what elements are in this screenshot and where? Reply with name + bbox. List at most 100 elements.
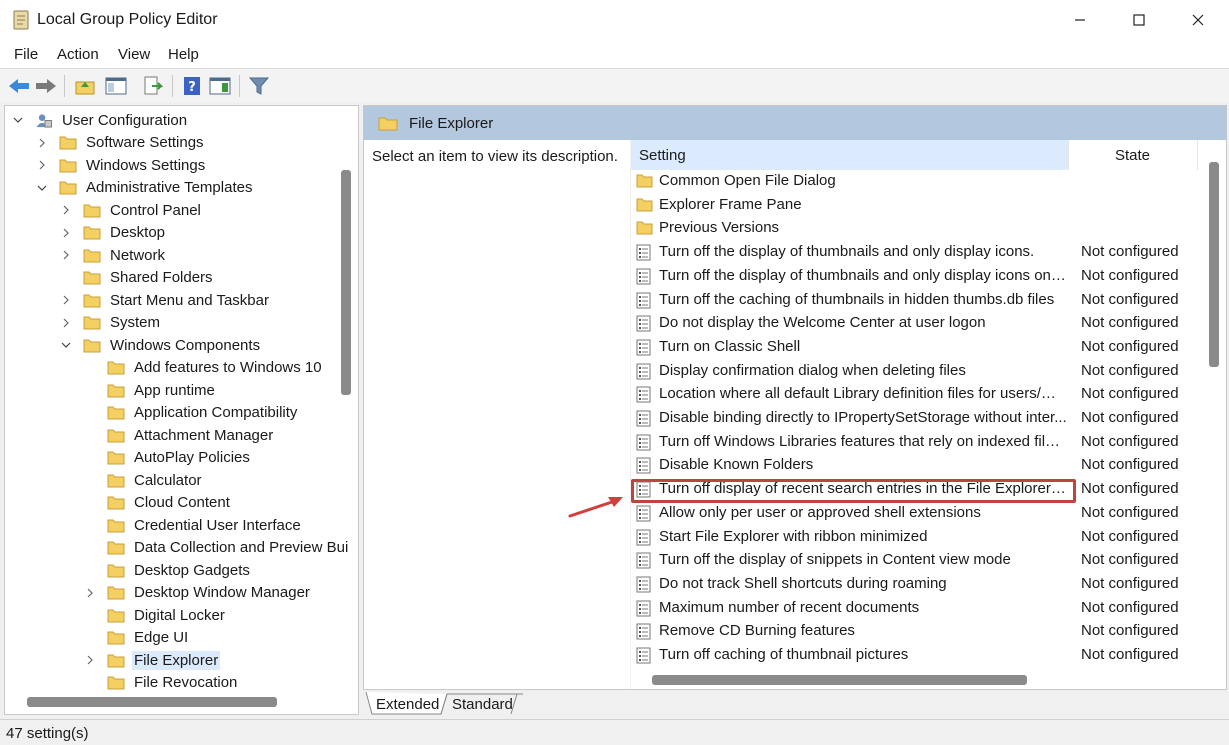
- policy-row[interactable]: Disable Known Folders Not configured: [631, 454, 1201, 477]
- chevron-right-icon[interactable]: [35, 158, 49, 172]
- chevron-right-icon[interactable]: [35, 136, 49, 150]
- menu-action[interactable]: Action: [57, 46, 99, 63]
- tree-item[interactable]: Attachment Manager: [83, 424, 275, 446]
- policy-row[interactable]: Turn off caching of thumbnail pictures No…: [631, 644, 1201, 667]
- back-button[interactable]: [7, 74, 31, 98]
- folder-row[interactable]: Previous Versions: [631, 217, 1201, 240]
- chevron-right-icon[interactable]: [59, 248, 73, 262]
- folder-row[interactable]: Explorer Frame Pane: [631, 194, 1201, 217]
- chevron-down-icon[interactable]: [59, 338, 73, 352]
- setting-name: Explorer Frame Pane: [659, 195, 802, 213]
- tree-horizontal-scrollbar[interactable]: [27, 697, 277, 707]
- tree-item[interactable]: Desktop Window Manager: [83, 582, 312, 604]
- tree-item[interactable]: Desktop: [59, 222, 167, 244]
- chevron-down-icon[interactable]: [11, 113, 25, 127]
- column-header-setting[interactable]: Setting: [631, 140, 1069, 170]
- policy-row[interactable]: Start File Explorer with ribbon minimize…: [631, 526, 1201, 549]
- list-horizontal-scrollbar[interactable]: [652, 675, 1027, 685]
- tree-item[interactable]: Application Compatibility: [83, 402, 299, 424]
- policy-row[interactable]: Turn off display of recent search entrie…: [631, 478, 1201, 501]
- policy-row[interactable]: Maximum number of recent documents Not co…: [631, 597, 1201, 620]
- tree-item[interactable]: Software Settings: [35, 132, 206, 154]
- policy-row[interactable]: Do not track Shell shortcuts during roam…: [631, 573, 1201, 596]
- column-header-state[interactable]: State: [1070, 140, 1198, 170]
- menu-file[interactable]: File: [14, 46, 38, 63]
- tree-item[interactable]: Windows Settings: [35, 154, 207, 176]
- tree-item[interactable]: Cloud Content: [83, 492, 232, 514]
- up-folder-button[interactable]: [73, 74, 97, 98]
- tree-item[interactable]: File Explorer: [83, 649, 221, 671]
- chevron-right-icon[interactable]: [83, 586, 97, 600]
- policy-row[interactable]: Turn off the display of thumbnails and o…: [631, 241, 1201, 264]
- tree-item[interactable]: Calculator: [83, 469, 204, 491]
- export-list-button[interactable]: [141, 74, 165, 98]
- setting-state: Not configured: [1081, 432, 1179, 450]
- tree-item[interactable]: Credential User Interface: [83, 514, 303, 536]
- tree-item[interactable]: Desktop Gadgets: [83, 559, 252, 581]
- tab-extended[interactable]: Extended: [376, 692, 439, 716]
- chevron-right-icon[interactable]: [59, 316, 73, 330]
- tree-item[interactable]: App runtime: [83, 379, 217, 401]
- policy-row[interactable]: Location where all default Library defin…: [631, 383, 1201, 406]
- show-hide-tree-button[interactable]: [104, 74, 128, 98]
- tree-item[interactable]: Add features to Windows 10: [83, 357, 324, 379]
- menu-view[interactable]: View: [118, 46, 150, 63]
- policy-row[interactable]: Allow only per user or approved shell ex…: [631, 502, 1201, 525]
- setting-name: Start File Explorer with ribbon minimize…: [659, 527, 928, 545]
- tree-item[interactable]: Edge UI: [83, 627, 190, 649]
- chevron-right-icon[interactable]: [59, 293, 73, 307]
- setting-state: Not configured: [1081, 337, 1179, 355]
- policy-row[interactable]: Display confirmation dialog when deletin…: [631, 360, 1201, 383]
- setting-state: Not configured: [1081, 385, 1179, 403]
- chevron-placeholder: [83, 631, 97, 645]
- tree-item[interactable]: Network: [59, 244, 167, 266]
- tree-item[interactable]: System: [59, 312, 162, 334]
- minimize-button[interactable]: [1050, 0, 1110, 40]
- column-setting-label: Setting: [639, 147, 686, 164]
- list-vertical-scrollbar[interactable]: [1209, 162, 1219, 367]
- policy-row[interactable]: Remove CD Burning features Not configured: [631, 620, 1201, 643]
- filter-button[interactable]: [247, 74, 271, 98]
- tree-item[interactable]: File Revocation: [83, 672, 239, 694]
- close-button[interactable]: [1168, 0, 1228, 40]
- policy-row[interactable]: Turn off the caching of thumbnails in hi…: [631, 289, 1201, 312]
- tree-pane[interactable]: User Configuration Software Settings Windo…: [4, 105, 359, 715]
- policy-row[interactable]: Turn off the display of thumbnails and o…: [631, 265, 1201, 288]
- folder-icon: [83, 315, 108, 330]
- setting-name: Disable binding directly to IPropertySet…: [659, 409, 1067, 426]
- policy-row[interactable]: Do not display the Welcome Center at use…: [631, 312, 1201, 335]
- chevron-right-icon[interactable]: [59, 226, 73, 240]
- maximize-button[interactable]: [1109, 0, 1169, 40]
- tree-item[interactable]: Data Collection and Preview Bui: [83, 537, 350, 559]
- tree-item[interactable]: AutoPlay Policies: [83, 447, 252, 469]
- menu-help[interactable]: Help: [168, 46, 199, 63]
- policy-row[interactable]: Turn off Windows Libraries features that…: [631, 431, 1201, 454]
- folder-icon: [83, 293, 108, 308]
- folder-icon: [107, 653, 132, 668]
- setting-state: Not configured: [1081, 503, 1179, 521]
- tree-item[interactable]: Start Menu and Taskbar: [59, 289, 271, 311]
- chevron-right-icon[interactable]: [83, 653, 97, 667]
- properties-icon: [209, 77, 231, 95]
- tree-item[interactable]: Administrative Templates: [35, 177, 254, 199]
- tree-vertical-scrollbar[interactable]: [341, 170, 351, 395]
- policy-row[interactable]: Turn on Classic Shell Not configured: [631, 336, 1201, 359]
- tree-item[interactable]: Shared Folders: [59, 267, 215, 289]
- tree-item[interactable]: Windows Components: [59, 334, 262, 356]
- folder-icon: [107, 383, 132, 398]
- tree-item[interactable]: Digital Locker: [83, 604, 227, 626]
- properties-button[interactable]: [208, 74, 232, 98]
- chevron-down-icon[interactable]: [35, 181, 49, 195]
- chevron-right-icon[interactable]: [59, 203, 73, 217]
- policy-row[interactable]: Turn off the display of snippets in Cont…: [631, 549, 1201, 572]
- folder-row[interactable]: Common Open File Dialog: [631, 170, 1201, 193]
- forward-button[interactable]: [34, 74, 58, 98]
- folder-icon: [107, 428, 132, 443]
- tree-item[interactable]: User Configuration: [11, 109, 189, 131]
- tree-item-label: Desktop Window Manager: [134, 584, 310, 601]
- tab-standard[interactable]: Standard: [452, 692, 513, 716]
- policy-row[interactable]: Disable binding directly to IPropertySet…: [631, 407, 1201, 430]
- policy-setting-icon: [636, 481, 652, 498]
- help-button[interactable]: ?: [180, 74, 204, 98]
- tree-item[interactable]: Control Panel: [59, 199, 203, 221]
